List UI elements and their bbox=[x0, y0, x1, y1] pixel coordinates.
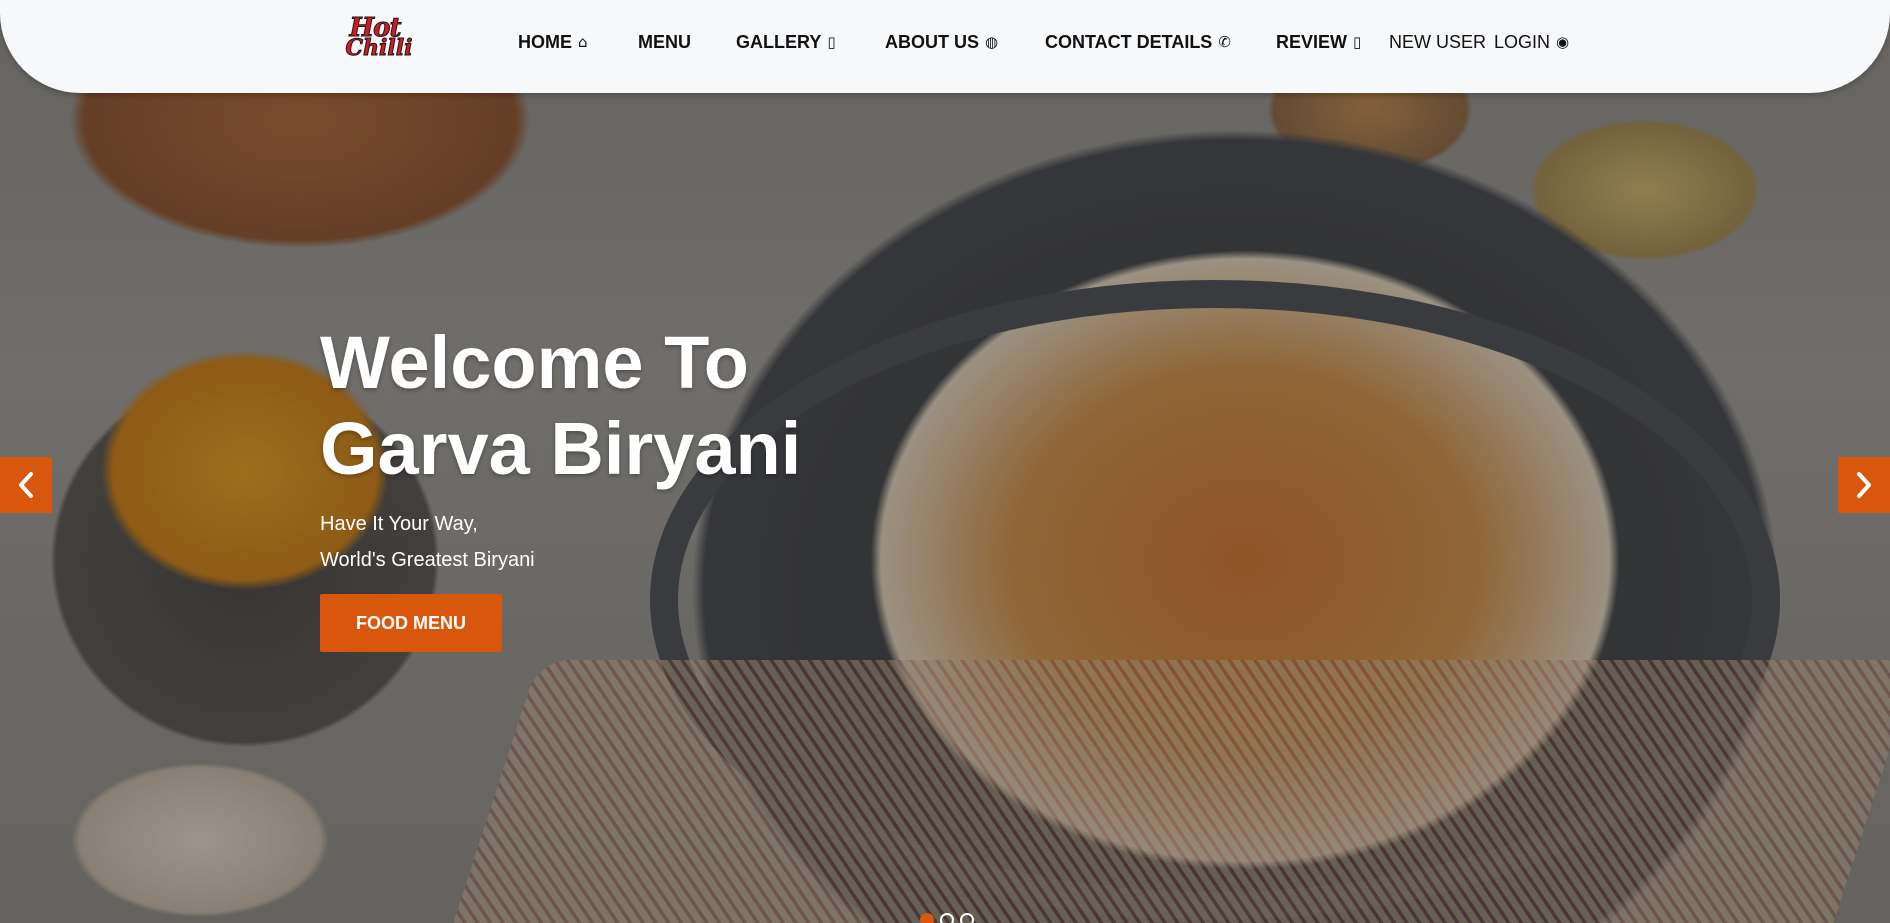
site-header: Hot Chilli HOME ⌂ MENU GALLERY ▯ ABOUT U… bbox=[0, 0, 1890, 93]
carousel-dot-3[interactable] bbox=[960, 913, 974, 923]
carousel-dot-1[interactable] bbox=[920, 913, 934, 923]
phone-icon: ✆ bbox=[1218, 33, 1231, 51]
nav-review-label: REVIEW bbox=[1276, 32, 1348, 52]
gallery-icon: ▯ bbox=[827, 33, 836, 51]
chevron-left-icon bbox=[19, 472, 33, 498]
nav-menu-label: MENU bbox=[638, 32, 691, 52]
globe-icon: ◍ bbox=[985, 33, 999, 51]
nav-login-label: LOGIN bbox=[1494, 32, 1551, 52]
hero-overlay bbox=[0, 0, 1890, 923]
nav-about-label: ABOUT US bbox=[885, 32, 979, 52]
hero-title: Welcome To Garva Biryani bbox=[320, 320, 801, 492]
nav-new-user[interactable]: NEW USER bbox=[1389, 30, 1486, 54]
review-icon: ▯ bbox=[1353, 33, 1362, 51]
carousel-next-button[interactable] bbox=[1838, 457, 1890, 513]
nav-new-user-label: NEW USER bbox=[1389, 32, 1487, 52]
hero-subtitle-line1: Have It Your Way, bbox=[320, 513, 478, 535]
hero-background-image bbox=[0, 0, 1890, 923]
nav-home-label: HOME bbox=[518, 32, 572, 52]
nav-gallery-label: GALLERY bbox=[736, 32, 822, 52]
nav-login[interactable]: LOGIN ◉ bbox=[1494, 30, 1569, 54]
carousel-dot-2[interactable] bbox=[940, 913, 954, 923]
home-icon: ⌂ bbox=[578, 33, 588, 51]
chevron-right-icon bbox=[1857, 472, 1871, 498]
nav-contact-details[interactable]: CONTACT DETAILS ✆ bbox=[1045, 30, 1231, 54]
nav-gallery[interactable]: GALLERY ▯ bbox=[736, 30, 836, 54]
nav-review[interactable]: REVIEW ▯ bbox=[1276, 30, 1361, 54]
main-nav: HOME ⌂ MENU GALLERY ▯ ABOUT US ◍ CONTACT… bbox=[0, 30, 1890, 54]
nav-home[interactable]: HOME ⌂ bbox=[518, 30, 588, 54]
nav-about-us[interactable]: ABOUT US ◍ bbox=[885, 30, 998, 54]
hero-title-line1: Welcome To bbox=[320, 321, 750, 404]
nav-menu[interactable]: MENU bbox=[638, 30, 691, 54]
food-menu-button[interactable]: FOOD MENU bbox=[320, 594, 502, 652]
hero-title-line2: Garva Biryani bbox=[320, 407, 802, 490]
hero-subtitle: Have It Your Way, World's Greatest Birya… bbox=[320, 506, 535, 578]
hero-subtitle-line2: World's Greatest Biryani bbox=[320, 549, 535, 571]
carousel-prev-button[interactable] bbox=[0, 457, 52, 513]
carousel-indicators bbox=[920, 913, 974, 923]
nav-contact-label: CONTACT DETAILS bbox=[1045, 32, 1213, 52]
user-circle-icon: ◉ bbox=[1556, 33, 1570, 51]
